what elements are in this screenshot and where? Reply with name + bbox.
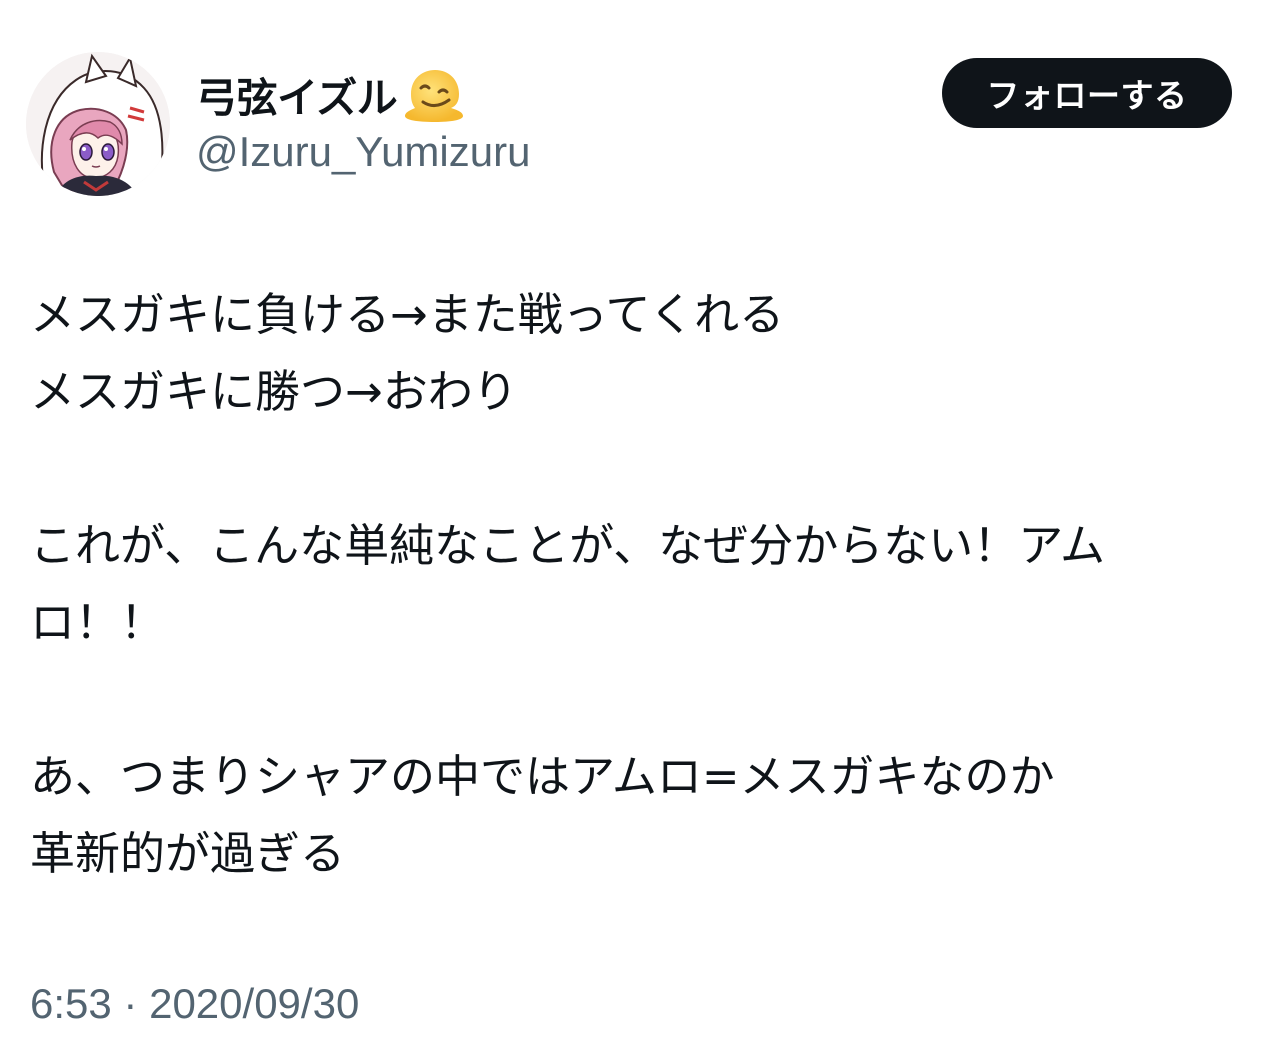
author-display-name[interactable]: 弓弦イズル	[196, 64, 398, 124]
tweet-text-line	[30, 661, 1256, 738]
tweet-text-line: メスガキに勝つ→おわり	[30, 365, 518, 418]
avatar-image	[26, 52, 170, 196]
tweet-text-line: ロ！！	[30, 596, 166, 649]
author-handle[interactable]: @Izuru_Yumizuru	[196, 128, 530, 176]
tweet-text-line: これが、こんな単純なことが、なぜ分からない！アム	[30, 519, 1106, 572]
tweet-text-line: あ、つまりシャアの中ではアムロ=メスガキなのか	[30, 750, 1055, 803]
tweet-text-line: 革新的が過ぎる	[30, 827, 346, 880]
follow-button[interactable]: フォローする	[942, 58, 1232, 128]
tweet-text-line: メスガキに負ける→また戦ってくれる	[30, 288, 785, 341]
melting-face-icon	[401, 64, 465, 124]
tweet-text-line	[30, 430, 1256, 507]
tweet-date: 2020/09/30	[149, 980, 360, 1027]
tweet-timestamp[interactable]: 6:53 · 2020/09/30	[30, 980, 359, 1028]
avatar[interactable]	[26, 52, 170, 196]
tweet-time: 6:53	[30, 980, 112, 1027]
tweet-text: メスガキに負ける→また戦ってくれる メスガキに勝つ→おわり これが、こんな単純な…	[30, 276, 1256, 892]
timestamp-separator: ·	[123, 980, 138, 1027]
tweet-card: 弓弦イズル @Izuru_Yumizuru フォローする メスガキに負ける→また…	[0, 0, 1284, 1062]
author-name-row[interactable]: 弓弦イズル	[196, 64, 465, 124]
